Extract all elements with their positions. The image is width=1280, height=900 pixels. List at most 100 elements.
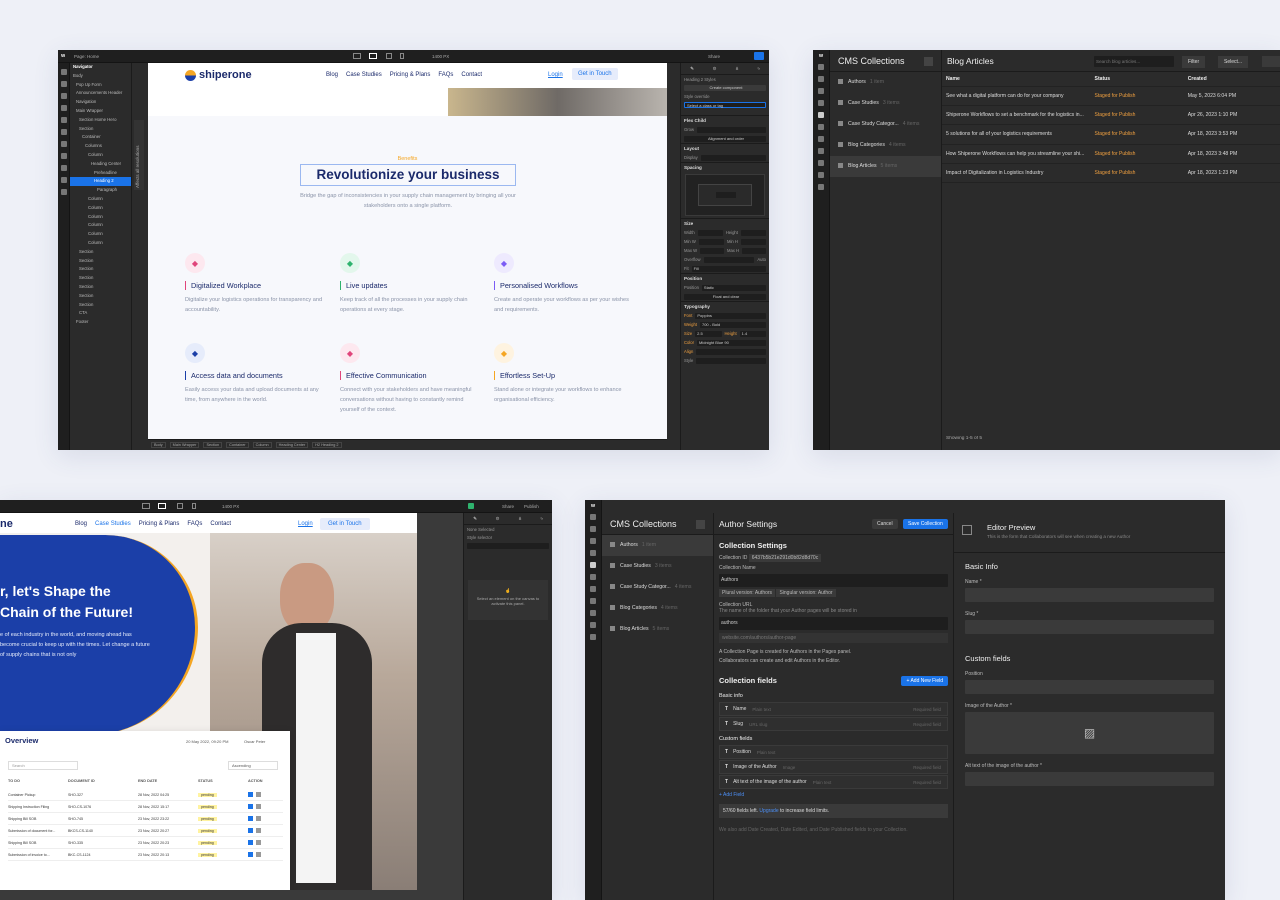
edit-icon[interactable] [256,792,261,797]
collection-item[interactable]: Case Studies 3 items [602,556,713,577]
base-breakpoint-icon[interactable] [369,53,377,59]
base-breakpoint-icon[interactable] [158,503,166,509]
dashboard-col-header[interactable]: STATUS [198,779,248,783]
mobile-icon[interactable] [400,53,404,59]
navigator-item[interactable]: Pop Up Form [70,81,131,90]
site-nav-link[interactable]: Contact [461,72,482,78]
navigator-icon[interactable] [818,88,824,94]
style-tab-icon[interactable]: ✎ [473,516,477,522]
get-in-touch-button[interactable]: Get in Touch [572,68,618,80]
navigator-icon[interactable] [590,538,596,544]
col-created[interactable]: Created [1188,76,1280,82]
breadcrumb-item[interactable]: Body [151,442,166,448]
preview-position-input[interactable] [965,680,1214,694]
navigator-item[interactable]: Section Home Hero [70,116,131,125]
mobile-icon[interactable] [192,503,196,509]
dashboard-row[interactable]: Container Pickup SHO-327 28 Nov, 2022 04:2… [8,789,283,801]
edit-icon[interactable] [256,852,261,857]
login-link[interactable]: Login [548,72,563,78]
page-selector[interactable]: Page: Home [74,54,99,59]
layout-section[interactable]: Layout [681,143,769,153]
add-icon[interactable] [60,69,67,75]
dashboard-row[interactable]: Shipping Instruction Filing SHO-CS-1076 28… [8,801,283,813]
min-w-input[interactable] [698,238,724,245]
cms-icon[interactable] [818,112,824,118]
text-style-options[interactable] [696,357,766,364]
navigator-item[interactable]: Heading Center [70,160,131,169]
logic-icon[interactable] [590,610,596,616]
display-options[interactable] [700,154,766,161]
collection-url-input[interactable]: authors [719,617,948,630]
flex-child-section[interactable]: Flex Child [681,115,769,125]
breadcrumb-item[interactable]: Container [226,442,249,448]
apps-icon[interactable] [60,189,67,195]
interactions-tab-icon[interactable]: ⋔ [735,66,739,72]
image-upload-icon[interactable]: ▨ [965,712,1214,754]
dashboard-row[interactable]: Submission of invoice to... BKC-CS-1124 23… [8,849,283,861]
interactions-tab-icon[interactable]: ⋔ [518,516,522,522]
grow-options[interactable] [697,126,766,133]
dashboard-col-header[interactable]: TO DO [8,779,68,783]
settings-tab-icon[interactable]: ⚙ [496,516,500,522]
weight-select[interactable]: 700 - Bold [699,321,766,328]
tablet-icon[interactable] [177,503,183,509]
webflow-logo[interactable]: W [61,53,65,58]
navigator-item[interactable]: Announcements Header [70,89,131,98]
col-status[interactable]: Status [1095,76,1188,82]
collection-item[interactable]: Case Study Categor... 4 items [602,577,713,598]
pages-icon[interactable] [60,105,67,111]
spacing-box[interactable] [685,174,765,216]
breadcrumb-item[interactable]: H2 Heading 2 [312,442,342,448]
tablet-icon[interactable] [386,53,392,59]
components-icon[interactable] [60,81,67,87]
navigator-item[interactable]: Section [70,248,131,257]
desktop-breakpoint-icon[interactable] [353,53,361,59]
min-h-input[interactable] [740,238,766,245]
site-nav-link[interactable]: Blog [326,72,338,78]
collection-item[interactable]: Blog Categories 4 items [830,135,941,156]
settings-icon[interactable] [818,172,824,178]
collection-field-row[interactable]: T Name Plain text Required field [719,702,948,716]
dashboard-row[interactable]: Shipping Bill SOB SHO-335 23 Nov, 2022 20:… [8,837,283,849]
add-collection-icon[interactable] [696,520,705,529]
navigator-item[interactable]: Section [70,301,131,310]
collection-field-row[interactable]: T Image of the Author Image Required field [719,760,948,774]
dashboard-sort[interactable]: Ascending [228,761,278,770]
navigator-item[interactable]: Column [70,221,131,230]
publish-button[interactable] [754,52,764,60]
spacing-section[interactable]: Spacing [681,162,769,172]
class-selector-input[interactable]: Select a class or tag [684,101,766,108]
apps-icon[interactable] [590,634,596,640]
upgrade-link[interactable]: Upgrade [759,808,778,814]
breadcrumb-item[interactable]: Main Wrapper [169,442,200,448]
site-logo[interactable]: ne [0,518,13,530]
navigator-item[interactable]: Navigation [70,98,131,107]
collection-item[interactable]: Case Studies 3 items [830,93,941,114]
position-select[interactable]: Static [701,284,766,291]
cms-icon[interactable] [590,562,596,568]
preview-name-input[interactable] [965,588,1214,602]
align-options[interactable] [696,348,766,355]
view-icon[interactable] [248,840,253,845]
preview-slug-input[interactable] [965,620,1214,634]
navigator-item[interactable]: CTA [70,309,131,318]
collection-item[interactable]: Case Study Categor... 4 items [830,114,941,135]
style-tab-icon[interactable]: ✎ [690,66,694,72]
overflow-options[interactable] [703,256,755,263]
view-icon[interactable] [248,828,253,833]
login-link[interactable]: Login [298,521,313,527]
max-w-input[interactable] [700,247,724,254]
users-icon[interactable] [590,586,596,592]
navigator-item[interactable]: Section [70,292,131,301]
add-icon[interactable] [590,514,596,520]
edit-icon[interactable] [256,840,261,845]
typography-section[interactable]: Typography [681,301,769,311]
users-icon[interactable] [60,141,67,147]
dashboard-search[interactable]: Search [8,761,78,770]
navigator-item[interactable]: Heading 2 [70,177,131,187]
get-in-touch-button[interactable]: Get in Touch [320,518,370,530]
site-nav-link[interactable]: Blog [75,521,87,527]
collection-field-row[interactable]: T Alt text of the image of the author Plai… [719,775,948,789]
site-nav-link[interactable]: FAQs [438,72,453,78]
collection-item[interactable]: Blog Articles 5 items [830,156,941,177]
